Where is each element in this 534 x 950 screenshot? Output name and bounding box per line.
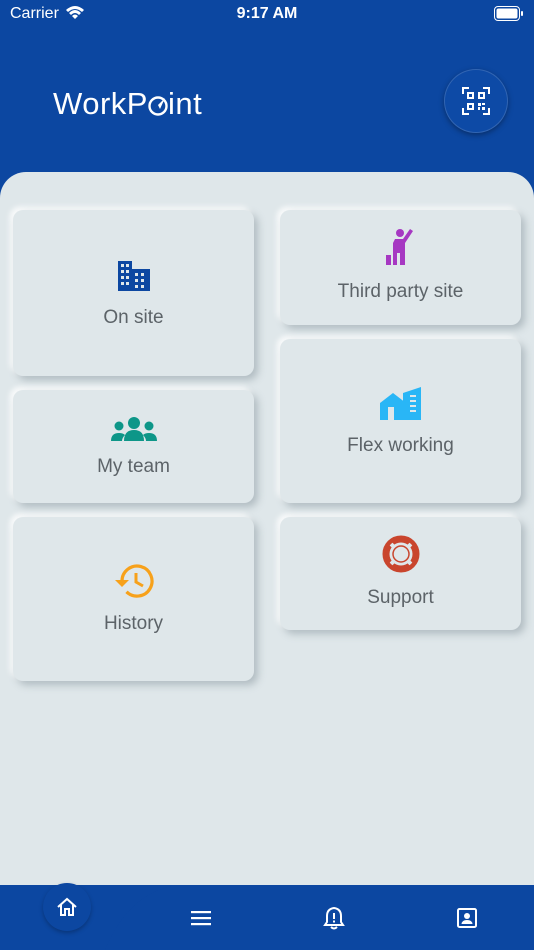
tile-label: Third party site: [337, 280, 464, 302]
logo-text-start: WorkP: [53, 86, 148, 121]
building-icon: [116, 257, 152, 293]
person-waving-icon: [385, 227, 417, 267]
lifebuoy-icon: [382, 535, 420, 573]
logo-pin-icon: [148, 86, 168, 122]
tile-my-team[interactable]: My team: [13, 390, 254, 503]
contact-card-icon: [457, 908, 477, 928]
status-bar: Carrier 9:17 AM: [0, 0, 534, 28]
home-icon: [57, 897, 77, 916]
tile-label: On site: [103, 307, 164, 328]
nav-alerts-button[interactable]: [319, 903, 349, 933]
qr-code-icon: [462, 87, 490, 115]
history-icon: [113, 563, 155, 599]
bell-alert-icon: [323, 906, 345, 930]
battery-icon: [494, 6, 524, 26]
tile-label: My team: [97, 455, 170, 477]
tile-label: Support: [367, 586, 434, 608]
menu-icon: [191, 911, 211, 926]
tile-third-party-site[interactable]: Third party site: [280, 210, 521, 325]
tile-support[interactable]: Support: [280, 517, 521, 630]
qr-scan-button[interactable]: [444, 69, 508, 133]
nav-menu-button[interactable]: [186, 903, 216, 933]
tile-flex-working[interactable]: Flex working: [280, 339, 521, 503]
nav-profile-button[interactable]: [452, 903, 482, 933]
main-content: On site Third party site My team Flex wo…: [0, 172, 534, 885]
app-header: WorkP int: [0, 28, 534, 178]
workpoint-logo: WorkP int: [53, 86, 202, 122]
nav-home-button[interactable]: [43, 883, 91, 931]
tile-label: History: [103, 613, 164, 634]
house-building-icon: [379, 385, 423, 421]
bottom-nav: [0, 883, 534, 950]
logo-text-end: int: [167, 86, 203, 121]
clock: 9:17 AM: [236, 5, 298, 22]
tile-label: Flex working: [347, 435, 454, 456]
tile-on-site[interactable]: On site: [13, 210, 254, 376]
tile-history[interactable]: History: [13, 517, 254, 681]
group-icon: [110, 416, 158, 442]
